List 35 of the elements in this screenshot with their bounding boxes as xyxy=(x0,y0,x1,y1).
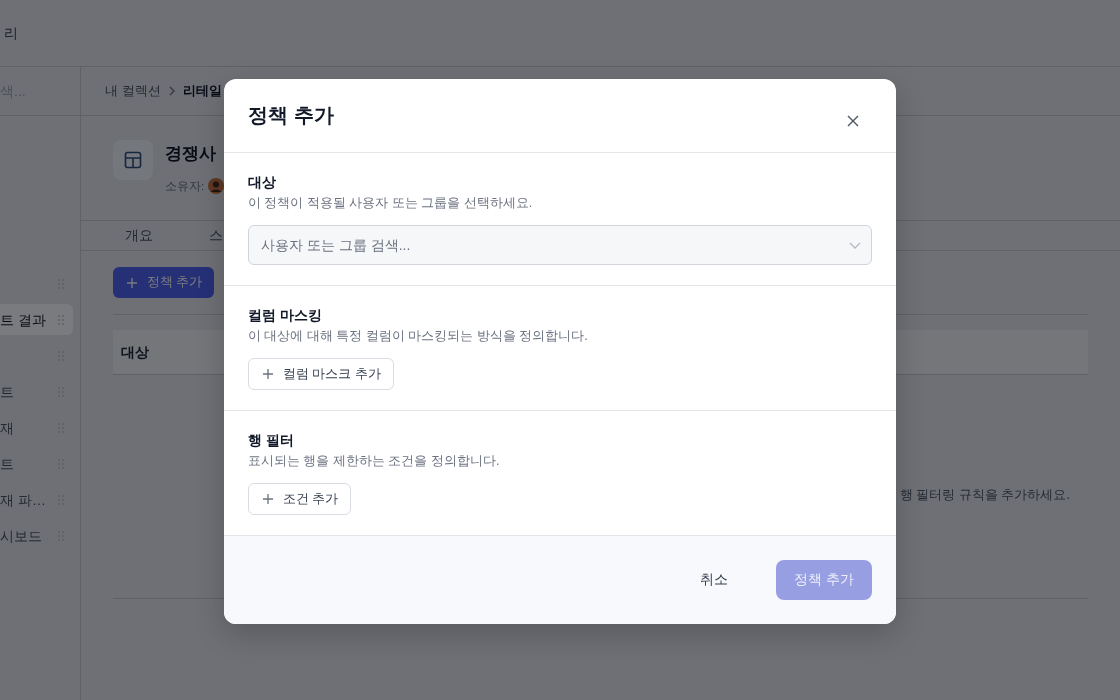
sidebar-item[interactable]: 트 결과 xyxy=(0,304,73,335)
sidebar-item[interactable]: 시보드 xyxy=(0,520,73,551)
section-description: 이 대상에 대해 특정 컬럼이 마스킹되는 방식을 정의합니다. xyxy=(248,328,588,344)
sidebar-item[interactable]: 재 xyxy=(0,412,73,443)
tab[interactable]: 스 xyxy=(209,221,223,250)
add-button[interactable]: 컬럼 마스크 추가 xyxy=(248,358,394,390)
sidebar-item[interactable]: 재 파… xyxy=(0,484,73,515)
section-label: 컬럼 마스킹 xyxy=(248,306,322,324)
chevron-down-icon xyxy=(849,242,861,249)
add-button[interactable]: 조건 추가 xyxy=(248,483,352,515)
user-group-select[interactable]: 사용자 또는 그룹 검색... xyxy=(248,225,872,265)
breadcrumb-link[interactable]: 내 컬렉션 xyxy=(105,82,161,100)
section-label: 행 필터 xyxy=(248,431,294,449)
table-icon xyxy=(113,140,153,180)
plus-icon xyxy=(263,494,273,504)
plus-icon xyxy=(263,369,273,379)
column-header: 대상 xyxy=(121,343,149,361)
app-title: 리 xyxy=(4,24,18,42)
close-icon xyxy=(847,115,859,127)
modal-title: 정책 추가 xyxy=(248,103,334,127)
add-policy-button[interactable]: 정책 추가 xyxy=(113,267,215,298)
sidebar-item[interactable]: 트 xyxy=(0,376,73,407)
empty-state-text: 행 필터링 규칙을 추가하세요. xyxy=(900,487,1070,503)
chevron-right-icon xyxy=(168,86,175,96)
section-label: 대상 xyxy=(248,173,276,191)
page-title: 경쟁사 xyxy=(165,143,216,165)
tab[interactable]: 개요 xyxy=(125,221,153,250)
avatar-icon xyxy=(208,178,225,194)
owner-label: 소유자: xyxy=(165,179,205,194)
cancel-button[interactable]: 취소 xyxy=(676,560,752,600)
sidebar-item[interactable]: 트 xyxy=(0,448,73,479)
section-description: 표시되는 행을 제한하는 조건을 정의합니다. xyxy=(248,453,500,469)
section-description: 이 정책이 적용될 사용자 또는 그룹을 선택하세요. xyxy=(248,195,533,211)
breadcrumb-link[interactable]: 리테일 xyxy=(182,82,222,100)
plus-icon xyxy=(127,277,137,288)
